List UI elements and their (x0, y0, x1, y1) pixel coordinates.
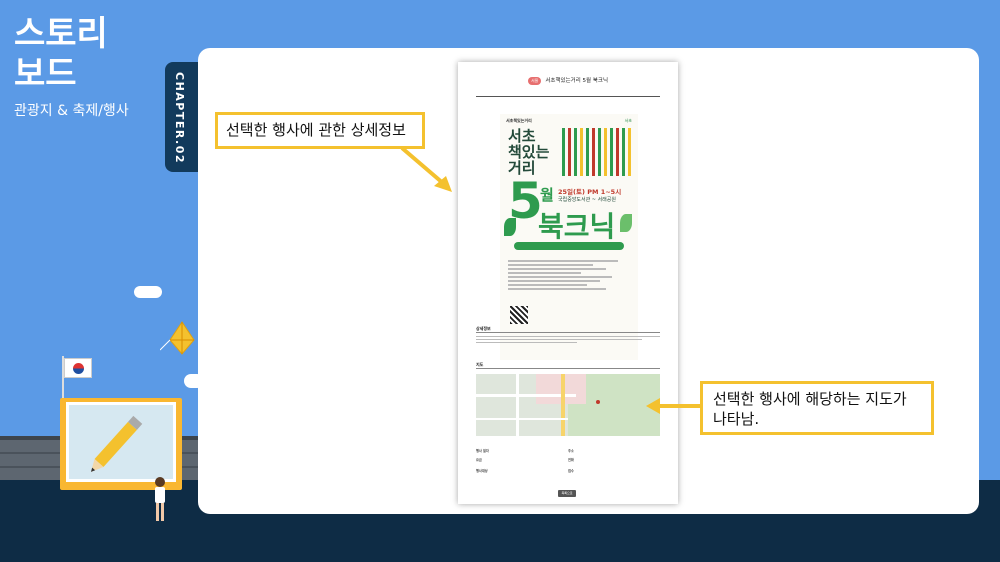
text-line (508, 284, 588, 286)
title-line-1: 스토리 (14, 14, 108, 54)
leaf-icon (620, 214, 632, 232)
text-line (508, 264, 594, 266)
stripe (616, 128, 619, 176)
map-road (476, 418, 568, 420)
flag-icon (64, 358, 92, 378)
info-label: 주소 (568, 449, 574, 453)
cloud-icon (134, 286, 162, 298)
info-label: 행사 일자 (476, 449, 489, 453)
text-line (508, 260, 618, 262)
info-label: 접수 (568, 469, 574, 473)
text-line (476, 339, 642, 340)
event-title: 서초책있는거리 5월 북크닉 (545, 78, 609, 84)
info-row: 요금 전화 (476, 457, 660, 465)
pencil-icon (90, 415, 143, 472)
arrow-icon (646, 398, 700, 414)
map-section-divider (476, 368, 660, 369)
arrow-icon (400, 146, 452, 192)
stripe (622, 128, 625, 176)
info-label: 행사대상 (476, 469, 488, 473)
headline-line-2: 책있는 (508, 143, 550, 161)
poster-headline: 서초 책있는 거리 (508, 128, 549, 176)
event-poster: 서초책있는거리 서초 서초 책있는 거리 5 월 25일(토) PM 1~5시 … (500, 114, 638, 360)
stripe (574, 128, 577, 176)
poster-logo: 서초 (624, 118, 632, 123)
text-line (508, 268, 606, 270)
text-line (476, 342, 578, 343)
poster-venue: 국립중앙도서관 ~ 서래공원 (558, 197, 616, 203)
qr-code-icon (510, 306, 528, 324)
stripe (604, 128, 607, 176)
poster-info-block (508, 260, 630, 292)
chapter-tab: CHAPTER.02 (165, 62, 199, 172)
detail-section-divider (476, 332, 660, 333)
stripe (562, 128, 565, 176)
text-line (508, 272, 582, 274)
back-to-list-button[interactable]: 목록으로 (558, 490, 576, 497)
title-divider (476, 96, 660, 97)
poster-stripes (562, 128, 634, 176)
map-callout: 선택한 행사에 해당하는 지도가 나타남. (700, 381, 934, 435)
info-label: 전화 (568, 458, 574, 462)
poster-header: 서초책있는거리 (506, 118, 532, 123)
detail-text (476, 336, 660, 345)
poster-month-suffix: 월 (540, 186, 554, 204)
person-figure (155, 477, 165, 521)
event-detail-page[interactable]: 서울 서초책있는거리 5월 북크닉 서초책있는거리 서초 서초 책있는 거리 5 … (458, 62, 678, 504)
flag-emblem (73, 363, 84, 374)
region-badge: 서울 (527, 77, 542, 85)
event-map[interactable] (476, 374, 660, 436)
text-line (508, 288, 606, 290)
info-row: 행사대상 접수 (476, 468, 660, 476)
text-line (476, 336, 660, 337)
headline-line-1: 서초 (508, 127, 536, 145)
text-line (508, 276, 612, 278)
map-callout-line-1: 선택한 행사에 해당하는 지도가 (713, 390, 907, 408)
stripe (586, 128, 589, 176)
map-road (516, 374, 519, 436)
stripe (628, 128, 631, 176)
map-callout-line-2: 나타남. (713, 410, 760, 428)
stripe (580, 128, 583, 176)
leaf-icon (504, 218, 516, 236)
event-title-row: 서울 서초책있는거리 5월 북크닉 (458, 76, 678, 85)
title-line-2: 보드 (14, 54, 77, 94)
detail-callout: 선택한 행사에 관한 상세정보 (215, 112, 425, 149)
kite-icon (160, 321, 195, 355)
page-subtitle: 관광지 & 축제/행사 (14, 103, 129, 119)
poster-banner (514, 242, 624, 250)
info-row: 행사 일자 주소 (476, 448, 660, 456)
board-surface (66, 402, 176, 482)
info-label: 요금 (476, 458, 482, 462)
map-road (561, 374, 565, 436)
page-title: 스토리 보드 (14, 14, 108, 94)
stripe (610, 128, 613, 176)
poster-datetime: 25일(토) PM 1~5시 (558, 188, 622, 196)
stripe (568, 128, 571, 176)
map-marker-icon (596, 400, 600, 404)
poster-event-name: 북크닉 (538, 210, 616, 243)
chapter-label: CHAPTER.02 (173, 72, 186, 165)
stripe (592, 128, 595, 176)
stripe (598, 128, 601, 176)
text-line (508, 280, 600, 282)
